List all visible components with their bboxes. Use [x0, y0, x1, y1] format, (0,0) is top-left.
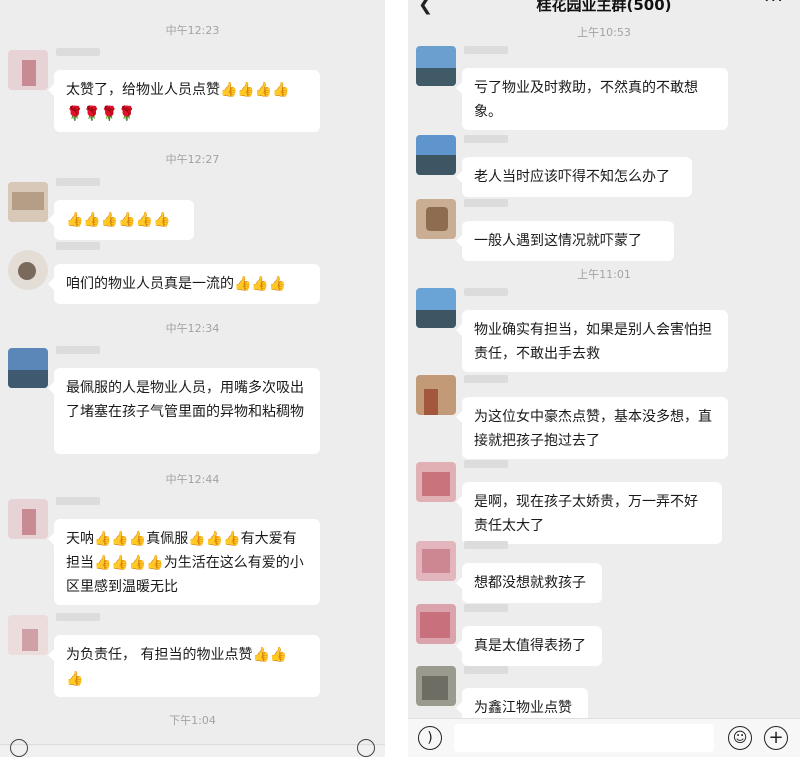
avatar[interactable]: [8, 348, 48, 388]
sender-name: [464, 288, 508, 296]
thumbs-up-icon: 👍👍👍: [94, 531, 147, 547]
thumbs-up-icon: 👍👍👍👍: [94, 555, 164, 571]
timestamp: 中午12:23: [165, 24, 220, 37]
message-text: 想都没想就救孩子: [474, 575, 586, 591]
sender-name: [56, 613, 100, 621]
message-text: 真佩服: [146, 531, 189, 547]
sender-name: [56, 178, 100, 186]
avatar[interactable]: [416, 135, 456, 175]
message-bubble[interactable]: 真是太值得表扬了: [456, 626, 602, 666]
message-text: 咱们的物业人员真是一流的: [66, 276, 234, 292]
thumbs-up-icon: 👍: [66, 671, 84, 687]
thumbs-up-icon: 👍👍👍: [234, 276, 287, 292]
message-bubble[interactable]: 物业确实有担当，如果是别人会害怕担责任，不敢出手去救: [456, 310, 728, 372]
message-text: 亏了物业及时救助，不然真的不敢想象。: [474, 80, 698, 120]
plus-icon[interactable]: [357, 739, 375, 757]
avatar[interactable]: [8, 250, 48, 290]
message-text: 为负责任， 有担当的物业点赞: [66, 647, 253, 663]
message-bubble[interactable]: 为负责任， 有担当的物业点赞👍👍 👍: [48, 635, 320, 697]
message-bubble[interactable]: 为这位女中豪杰点赞，基本没多想，直接就把孩子抱过去了: [456, 397, 728, 459]
avatar[interactable]: [8, 50, 48, 90]
avatar[interactable]: [8, 182, 48, 222]
message-text: 老人当时应该吓得不知怎么办了: [474, 169, 670, 185]
message-bubble[interactable]: 是啊，现在孩子太娇贵，万一弄不好责任太大了: [456, 482, 722, 544]
right-chat-screenshot: ❮ 桂花园业主群(500) ··· 上午10:53 亏了物业及时救助，不然真的不…: [408, 0, 800, 757]
avatar[interactable]: [8, 615, 48, 655]
message-bubble[interactable]: 天呐👍👍👍真佩服👍👍👍有大爱有担当👍👍👍👍为生活在这么有爱的小区里感到温暖无比: [48, 519, 320, 605]
thumbs-up-icon: 👍👍👍👍: [220, 82, 290, 98]
left-chat-screenshot: 中午12:23 太赞了，给物业人员点赞👍👍👍👍 🌹🌹🌹🌹 中午12:27 👍👍👍…: [0, 0, 385, 757]
avatar[interactable]: [416, 541, 456, 581]
message-bubble[interactable]: 老人当时应该吓得不知怎么办了: [456, 157, 692, 197]
avatar[interactable]: [416, 375, 456, 415]
message-bubble[interactable]: 太赞了，给物业人员点赞👍👍👍👍 🌹🌹🌹🌹: [48, 70, 320, 132]
message-text: 天呐: [66, 531, 94, 547]
message-text: 真是太值得表扬了: [474, 638, 586, 654]
timestamp: 中午12:44: [165, 473, 220, 486]
timestamp: 中午12:34: [165, 322, 220, 335]
more-dots-icon[interactable]: ···: [764, 0, 784, 11]
rose-icon: 🌹🌹🌹🌹: [66, 106, 136, 122]
sender-name: [464, 135, 508, 143]
sender-name: [464, 375, 508, 383]
message-text: 是啊，现在孩子太娇贵，万一弄不好责任太大了: [474, 494, 698, 534]
group-title: 桂花园业主群(500): [536, 0, 672, 14]
timestamp: 上午10:53: [577, 26, 631, 39]
sender-name: [464, 604, 508, 612]
message-input[interactable]: [454, 724, 714, 752]
thumbs-up-icon: 👍👍👍👍👍👍: [66, 212, 171, 228]
message-bubble[interactable]: 最佩服的人是物业人员，用嘴多次吸出了堵塞在孩子气管里面的异物和粘稠物: [48, 368, 320, 454]
sender-name: [464, 541, 508, 549]
avatar[interactable]: [416, 666, 456, 706]
voice-icon[interactable]: [10, 739, 28, 757]
sender-name: [56, 497, 100, 505]
voice-icon[interactable]: ): [418, 726, 442, 750]
message-bubble[interactable]: 想都没想就救孩子: [456, 563, 602, 603]
timestamp: 上午11:01: [577, 268, 631, 281]
message-text: 一般人遇到这情况就吓蒙了: [474, 233, 642, 249]
message-bubble[interactable]: 亏了物业及时救助，不然真的不敢想象。: [456, 68, 728, 130]
emoji-icon[interactable]: ☺: [728, 726, 752, 750]
message-text: 为鑫江物业点赞: [474, 700, 572, 716]
avatar[interactable]: [416, 46, 456, 86]
sender-name: [464, 460, 508, 468]
message-bubble[interactable]: 咱们的物业人员真是一流的👍👍👍: [48, 264, 320, 304]
sender-name: [56, 242, 100, 250]
avatar[interactable]: [416, 199, 456, 239]
sender-name: [464, 666, 508, 674]
avatar[interactable]: [416, 462, 456, 502]
avatar[interactable]: [416, 288, 456, 328]
thumbs-up-icon: 👍👍👍: [188, 531, 241, 547]
chat-header: ❮ 桂花园业主群(500) ···: [408, 0, 800, 15]
message-bubble[interactable]: 一般人遇到这情况就吓蒙了: [456, 221, 674, 261]
avatar[interactable]: [8, 499, 48, 539]
timestamp: 下午1:04: [169, 714, 216, 727]
message-text: 物业确实有担当，如果是别人会害怕担责任，不敢出手去救: [474, 322, 712, 362]
message-bubble[interactable]: 👍👍👍👍👍👍: [48, 200, 194, 240]
message-text: 为这位女中豪杰点赞，基本没多想，直接就把孩子抱过去了: [474, 409, 712, 449]
sender-name: [56, 346, 100, 354]
sender-name: [464, 199, 508, 207]
input-bar: ) ☺ +: [408, 718, 800, 757]
message-text: 最佩服的人是物业人员，用嘴多次吸出了堵塞在孩子气管里面的异物和粘稠物: [66, 380, 304, 420]
input-bar: [0, 739, 385, 757]
thumbs-up-icon: 👍👍: [252, 647, 288, 663]
plus-icon[interactable]: +: [764, 726, 788, 750]
message-text: 太赞了，给物业人员点赞: [66, 82, 220, 98]
sender-name: [56, 48, 100, 56]
avatar[interactable]: [416, 604, 456, 644]
timestamp: 中午12:27: [165, 153, 220, 166]
sender-name: [464, 46, 508, 54]
